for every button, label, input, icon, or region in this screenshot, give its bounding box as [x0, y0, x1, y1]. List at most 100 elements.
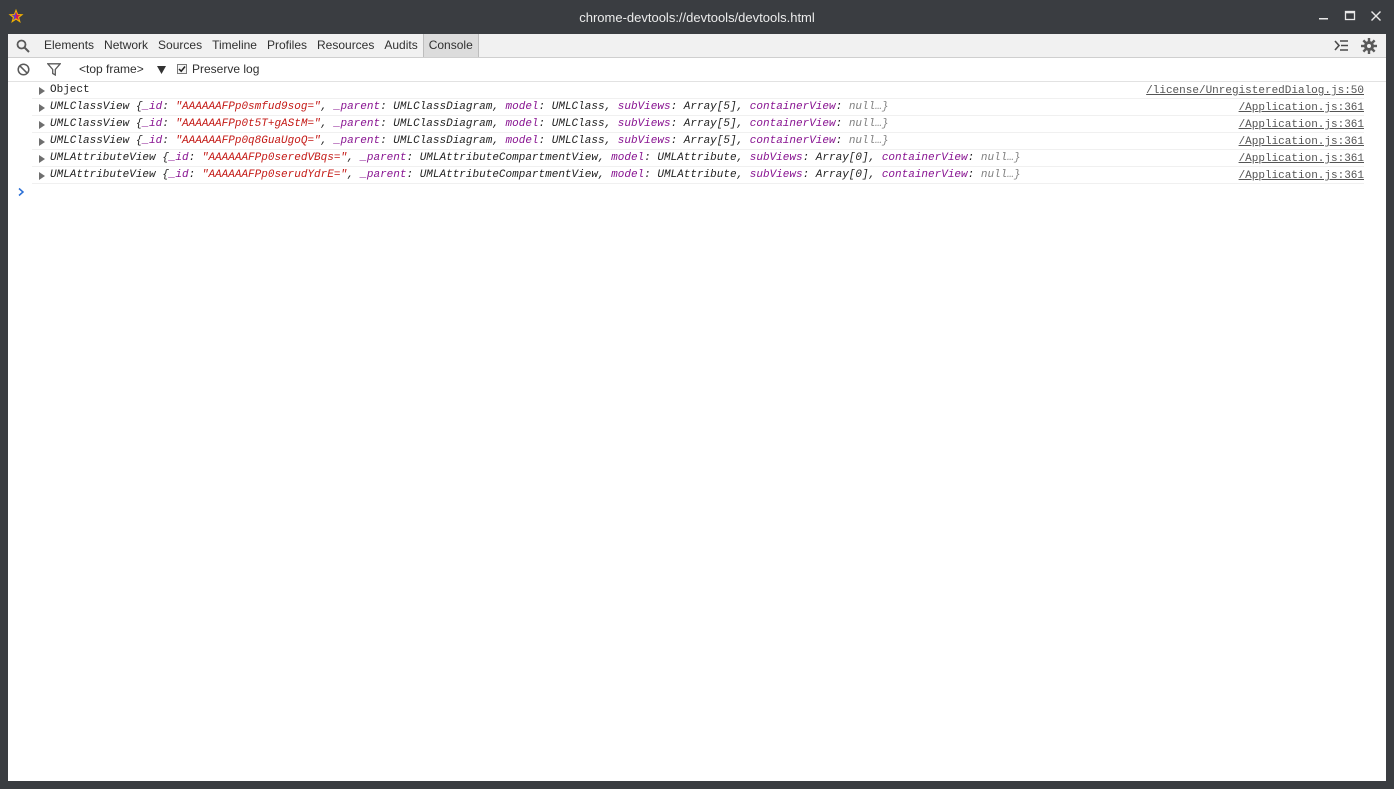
maximize-icon[interactable]: [1340, 7, 1360, 25]
value-id: "AAAAAAFPp0q8GuaUgoQ=": [175, 135, 321, 147]
key-model: model: [611, 152, 645, 164]
source-link[interactable]: /license/UnregisteredDialog.js:50: [1146, 83, 1364, 99]
key-model: model: [611, 169, 645, 181]
key-model: model: [505, 101, 539, 113]
console-message: UMLClassView {_id: "AAAAAAFPp0q8GuaUgoQ=…: [32, 133, 1364, 150]
key-id: _id: [168, 169, 189, 181]
expand-triangle-icon[interactable]: [39, 87, 45, 95]
tab-sources[interactable]: Sources: [153, 34, 207, 57]
expand-triangle-icon[interactable]: [39, 172, 45, 180]
value-parent: UMLAttributeCompartmentView: [419, 152, 598, 164]
key-model: model: [505, 135, 539, 147]
tab-resources[interactable]: Resources: [312, 34, 379, 57]
clear-console-icon[interactable]: [17, 63, 30, 76]
source-link[interactable]: /Application.js:361: [1239, 117, 1364, 133]
value-id: "AAAAAAFPp0serudYdrE=": [201, 169, 348, 181]
console-toolbar: <top frame> Preserve log: [8, 58, 1386, 82]
key-id: _id: [142, 135, 163, 147]
source-link[interactable]: /Application.js:361: [1239, 100, 1364, 116]
value-container: null…}: [848, 101, 889, 113]
frame-select[interactable]: <top frame>: [79, 62, 144, 77]
class-name: UMLClassView: [50, 101, 130, 113]
expand-triangle-icon[interactable]: [39, 104, 45, 112]
tab-timeline[interactable]: Timeline: [207, 34, 262, 57]
search-icon[interactable]: [16, 39, 30, 53]
value-container: null…}: [980, 169, 1021, 181]
class-name: UMLClassView: [50, 135, 130, 147]
tab-network[interactable]: Network: [99, 34, 153, 57]
value-container: null…}: [980, 152, 1021, 164]
value-model: UMLAttribute: [657, 152, 737, 164]
key-parent: _parent: [333, 101, 381, 113]
source-link[interactable]: /Application.js:361: [1239, 134, 1364, 150]
key-id: _id: [168, 152, 189, 164]
key-parent: _parent: [333, 135, 381, 147]
key-id: _id: [142, 118, 163, 130]
class-name: UMLAttributeView: [50, 152, 156, 164]
tab-profiles[interactable]: Profiles: [262, 34, 312, 57]
message-text[interactable]: Object: [50, 82, 90, 98]
class-name: UMLClassView: [50, 118, 130, 130]
value-model: UMLAttribute: [657, 169, 737, 181]
value-subviews: Array[5]: [683, 135, 737, 147]
source-link[interactable]: /Application.js:361: [1239, 151, 1364, 167]
key-model: model: [505, 118, 539, 130]
object-label: Object: [50, 84, 90, 96]
key-subviews: subViews: [617, 118, 671, 130]
value-model: UMLClass: [551, 101, 605, 113]
message-text[interactable]: UMLAttributeView {_id: "AAAAAAFPp0seredV…: [50, 150, 1020, 166]
panel-tabbar: Elements Network Sources Timeline Profil…: [8, 34, 1386, 58]
value-container: null…}: [848, 135, 889, 147]
filter-icon[interactable]: [47, 63, 61, 76]
message-text[interactable]: UMLClassView {_id: "AAAAAAFPp0t5T+gAStM=…: [50, 116, 888, 132]
value-parent: UMLAttributeCompartmentView: [419, 169, 598, 181]
dropdown-arrow-icon[interactable]: [157, 66, 166, 74]
preserve-log-label: Preserve log: [192, 62, 260, 76]
devtools-panel: Elements Network Sources Timeline Profil…: [8, 34, 1386, 781]
gear-icon[interactable]: [1361, 38, 1377, 54]
value-parent: UMLClassDiagram: [393, 101, 493, 113]
expand-triangle-icon[interactable]: [39, 155, 45, 163]
minimize-icon[interactable]: [1314, 7, 1334, 25]
tab-audits[interactable]: Audits: [379, 34, 422, 57]
preserve-log-checkbox[interactable]: [177, 64, 187, 74]
window-title: chrome-devtools://devtools/devtools.html: [579, 10, 815, 25]
value-model: UMLClass: [551, 135, 605, 147]
window-titlebar: chrome-devtools://devtools/devtools.html: [0, 0, 1394, 34]
console-message: UMLClassView {_id: "AAAAAAFPp0smfud9sog=…: [32, 99, 1364, 116]
panel-tabs: Elements Network Sources Timeline Profil…: [39, 34, 479, 57]
console-prompt[interactable]: [16, 184, 1386, 202]
checkmark-icon: [178, 66, 186, 73]
value-parent: UMLClassDiagram: [393, 118, 493, 130]
key-parent: _parent: [333, 118, 381, 130]
expand-triangle-icon[interactable]: [39, 138, 45, 146]
console-message: UMLAttributeView {_id: "AAAAAAFPp0seredV…: [32, 150, 1364, 167]
console-message: Object /license/UnregisteredDialog.js:50: [32, 82, 1364, 99]
value-id: "AAAAAAFPp0smfud9sog=": [175, 101, 321, 113]
value-subviews: Array[5]: [683, 118, 737, 130]
tab-console[interactable]: Console: [422, 34, 479, 57]
value-parent: UMLClassDiagram: [393, 135, 493, 147]
key-container: containerView: [749, 135, 836, 147]
key-parent: _parent: [360, 152, 407, 164]
key-id: _id: [142, 101, 163, 113]
value-subviews: Array[5]: [683, 101, 737, 113]
value-id: "AAAAAAFPp0seredVBqs=": [201, 152, 348, 164]
message-text[interactable]: UMLClassView {_id: "AAAAAAFPp0smfud9sog=…: [50, 99, 888, 115]
value-subviews: Array[0]: [815, 152, 869, 164]
console-messages: Object /license/UnregisteredDialog.js:50…: [8, 82, 1386, 202]
expand-triangle-icon[interactable]: [39, 121, 45, 129]
key-parent: _parent: [360, 169, 407, 181]
message-text[interactable]: UMLClassView {_id: "AAAAAAFPp0q8GuaUgoQ=…: [50, 133, 888, 149]
message-text[interactable]: UMLAttributeView {_id: "AAAAAAFPp0serudY…: [50, 167, 1020, 183]
key-container: containerView: [749, 101, 836, 113]
key-subviews: subViews: [617, 135, 671, 147]
console-drawer-icon[interactable]: [1334, 39, 1348, 52]
source-link[interactable]: /Application.js:361: [1239, 168, 1364, 184]
value-id: "AAAAAAFPp0t5T+gAStM=": [175, 118, 321, 130]
key-subviews: subViews: [617, 101, 671, 113]
close-icon[interactable]: [1366, 7, 1386, 25]
key-subviews: subViews: [749, 169, 803, 181]
tab-elements[interactable]: Elements: [39, 34, 99, 57]
value-subviews: Array[0]: [815, 169, 869, 181]
